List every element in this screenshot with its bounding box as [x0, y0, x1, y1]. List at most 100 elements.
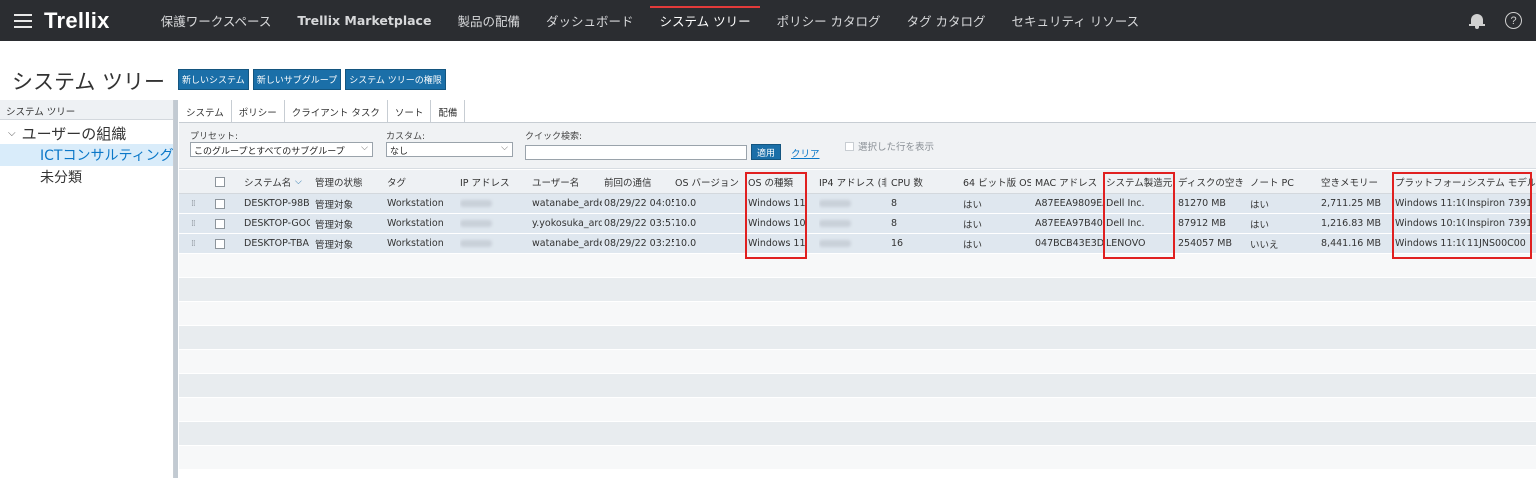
nav-item-system-tree[interactable]: システム ツリー: [646, 0, 763, 41]
cell-system-name[interactable]: DESKTOP-GOO: [244, 214, 310, 233]
nav-item-dashboard[interactable]: ダッシュボード: [533, 0, 647, 41]
sidebar-header: システム ツリー: [0, 100, 173, 120]
cell-system-model: Inspiron 7391: [1467, 218, 1533, 229]
cell-64bit-os: はい: [963, 239, 983, 251]
tab-bar: システム ポリシー クライアント タスク ソート 配備: [179, 100, 1536, 123]
cell-mac-address: A87EEA9809EA: [1035, 198, 1103, 209]
nav-item-tag-catalog[interactable]: タグ カタログ: [894, 0, 999, 41]
column-header-cpu-count[interactable]: CPU 数: [891, 170, 957, 193]
cell-ip-address-redacted: [460, 234, 526, 253]
clear-link[interactable]: クリア: [791, 146, 820, 160]
nav-item-marketplace[interactable]: Trellix Marketplace: [284, 0, 444, 41]
cell-64bit-os: はい: [963, 219, 983, 231]
new-subgroup-button[interactable]: 新しいサブグループ: [252, 69, 342, 90]
column-header-tag[interactable]: タグ: [387, 170, 453, 193]
tab-policies[interactable]: ポリシー: [232, 100, 285, 122]
column-header-os-type[interactable]: OS の種類: [748, 170, 806, 193]
system-tree-sidebar: システム ツリー ⌵ ユーザーの組織 ICTコンサルティング 未分類: [0, 100, 174, 478]
nav-items: 保護ワークスペース Trellix Marketplace 製品の配備 ダッシュ…: [148, 0, 1152, 41]
apply-button[interactable]: 適用: [751, 144, 781, 160]
tab-sort[interactable]: ソート: [388, 100, 432, 122]
column-header-system-model[interactable]: システム モデル: [1467, 170, 1535, 193]
sidebar-resize-handle[interactable]: [174, 100, 178, 478]
row-checkbox[interactable]: [215, 238, 225, 249]
column-header-system-name[interactable]: システム名 ⌵: [244, 170, 310, 193]
new-system-button[interactable]: 新しいシステム: [178, 69, 249, 90]
row-checkbox[interactable]: [215, 218, 225, 229]
tab-deployment[interactable]: 配備: [431, 100, 466, 122]
nav-item-product-deployment[interactable]: 製品の配備: [444, 0, 533, 41]
cell-cpu-count: 8: [891, 218, 898, 229]
column-header-user-name[interactable]: ユーザー名: [532, 170, 602, 193]
table-row[interactable]: ⁞⁞ DESKTOP-GOO 管理対象 Workstation y.yokosu…: [179, 214, 1536, 234]
table-row[interactable]: ⁞⁞ DESKTOP-98B 管理対象 Workstation watanabe…: [179, 194, 1536, 214]
cell-ip-address-redacted: [460, 214, 526, 233]
column-header-last-communication[interactable]: 前回の通信: [604, 170, 674, 193]
preset-select[interactable]: このグループとすべてのサブグループ ⌵: [190, 142, 373, 157]
cell-last-communication: 08/29/22 04:05: [604, 198, 674, 209]
nav-item-security-resources[interactable]: セキュリティ リソース: [999, 0, 1153, 41]
empty-row: [179, 398, 1536, 422]
help-icon[interactable]: ?: [1505, 12, 1522, 29]
sort-descending-icon[interactable]: ⌵: [295, 177, 302, 187]
column-header-label: システム名: [244, 177, 290, 189]
column-header-system-manufacturer[interactable]: システム製造元: [1106, 170, 1174, 193]
tab-client-tasks[interactable]: クライアント タスク: [285, 100, 388, 122]
column-header-os-version[interactable]: OS バージョン: [675, 170, 747, 193]
row-checkbox[interactable]: [215, 198, 225, 209]
tree-node-root[interactable]: ⌵ ユーザーの組織: [0, 120, 173, 144]
tree-node-unclassified[interactable]: 未分類: [0, 166, 173, 188]
nav-item-policy-catalog[interactable]: ポリシー カタログ: [764, 0, 894, 41]
drag-handle-icon[interactable]: ⁞⁞: [191, 214, 195, 233]
column-header-managed-state[interactable]: 管理の状態: [315, 170, 381, 193]
empty-row: [179, 374, 1536, 398]
chevron-down-icon: ⌵: [361, 143, 368, 153]
top-navigation-bar: Trellix 保護ワークスペース Trellix Marketplace 製品…: [0, 0, 1536, 41]
page-actions: 新しいシステム 新しいサブグループ システム ツリーの権限: [178, 69, 446, 90]
column-header-platform[interactable]: プラットフォーム: [1395, 170, 1465, 193]
column-header-free-memory[interactable]: 空きメモリー: [1321, 170, 1389, 193]
table-header-row: システム名 ⌵ 管理の状態 タグ IP アドレス ユーザー名 前回の通信 OS バ…: [179, 170, 1536, 194]
cell-last-communication: 08/29/22 03:57: [604, 218, 674, 229]
row-select-cell: [215, 194, 225, 213]
cell-system-model: Inspiron 7391: [1467, 198, 1533, 209]
empty-row: [179, 302, 1536, 326]
column-header-mac-address[interactable]: MAC アドレス: [1035, 170, 1103, 193]
cell-platform: Windows 11:10.0: [1395, 238, 1465, 249]
cell-managed-state: 管理対象: [315, 199, 354, 211]
column-header-free-disk[interactable]: ディスクの空き: [1178, 170, 1246, 193]
show-selected-rows[interactable]: 選択した行を表示: [845, 139, 934, 153]
notification-bell-icon[interactable]: [1469, 13, 1485, 29]
custom-select[interactable]: なし ⌵: [386, 142, 513, 157]
cell-laptop: はい: [1250, 219, 1270, 231]
column-header-laptop[interactable]: ノート PC: [1250, 170, 1316, 193]
tab-systems[interactable]: システム: [179, 100, 232, 122]
cell-system-name[interactable]: DESKTOP-98B: [244, 194, 310, 213]
cell-system-name[interactable]: DESKTOP-TBA: [244, 234, 310, 253]
redacted-value: [819, 200, 851, 207]
empty-row: [179, 446, 1536, 470]
drag-handle-icon[interactable]: ⁞⁞: [191, 234, 195, 253]
redacted-value: [460, 220, 492, 227]
chevron-down-icon[interactable]: ⌵: [8, 128, 16, 139]
cell-free-disk: 87912 MB: [1178, 218, 1226, 229]
cell-managed-state: 管理対象: [315, 219, 354, 231]
show-selected-checkbox[interactable]: [845, 141, 854, 151]
cell-tag: Workstation: [387, 198, 444, 209]
trellix-logo[interactable]: Trellix: [44, 8, 110, 34]
cell-user-name: y.yokosuka_ard: [532, 218, 602, 229]
hamburger-menu-icon[interactable]: [14, 13, 32, 28]
nav-item-protection-workspace[interactable]: 保護ワークスペース: [148, 0, 285, 41]
tree-node-ict-consulting[interactable]: ICTコンサルティング: [0, 144, 173, 166]
redacted-value: [819, 240, 851, 247]
column-header-ipv4-address[interactable]: IP4 アドレス (非: [819, 170, 887, 193]
system-tree-permissions-button[interactable]: システム ツリーの権限: [345, 69, 446, 90]
cell-ipv4-redacted: [819, 194, 887, 213]
select-all-checkbox[interactable]: [215, 176, 225, 187]
quick-search-input[interactable]: [525, 145, 747, 160]
table-row[interactable]: ⁞⁞ DESKTOP-TBA 管理対象 Workstation watanabe…: [179, 234, 1536, 254]
cell-os-version: 10.0: [675, 198, 697, 209]
drag-handle-icon[interactable]: ⁞⁞: [191, 194, 195, 213]
column-header-64bit-os[interactable]: 64 ビット版 OS: [963, 170, 1031, 193]
column-header-ip-address[interactable]: IP アドレス: [460, 170, 526, 193]
